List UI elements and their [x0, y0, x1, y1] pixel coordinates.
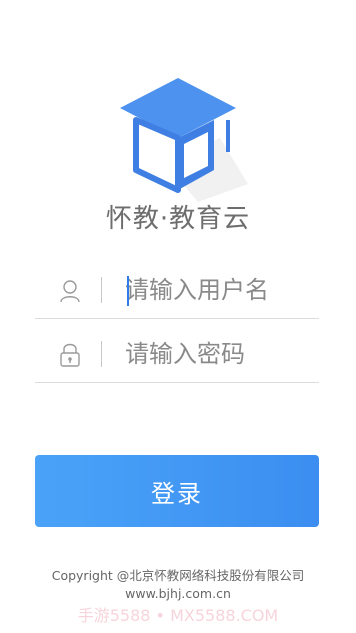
field-divider [101, 277, 102, 303]
watermark-text: 手游5588 • MX5588.COM [77, 606, 279, 625]
website-url: www.bjhj.com.cn [125, 586, 231, 601]
copyright-text: Copyright @北京怀教网络科技股份有限公司 [51, 568, 305, 583]
app-title: 怀教·教育云 [105, 204, 251, 234]
username-input[interactable] [125, 272, 315, 308]
graduation-cap-logo-icon [108, 72, 248, 202]
text-caret [127, 276, 129, 306]
password-input[interactable] [125, 336, 315, 372]
lock-icon [59, 342, 81, 368]
user-icon [59, 278, 81, 304]
field-divider [101, 341, 102, 367]
login-button[interactable]: 登录 [35, 455, 319, 527]
username-field [35, 266, 319, 319]
password-field [35, 330, 319, 383]
